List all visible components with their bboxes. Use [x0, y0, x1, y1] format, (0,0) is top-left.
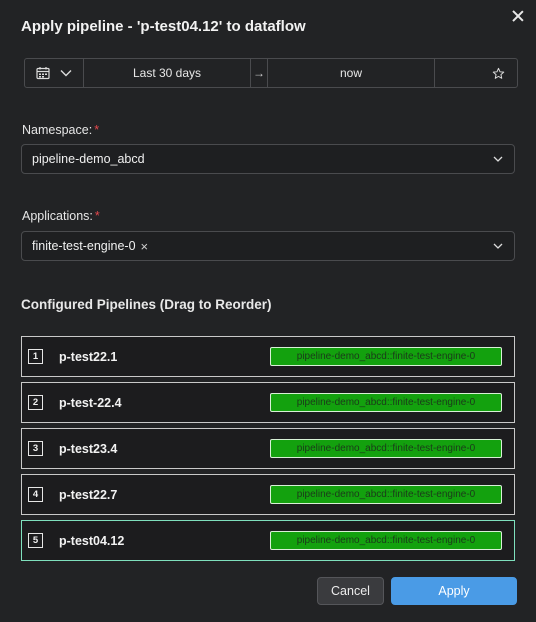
calendar-icon [36, 67, 50, 80]
cancel-button[interactable]: Cancel [317, 577, 384, 605]
pipeline-name: p-test-22.4 [59, 395, 122, 410]
required-mark: * [94, 123, 100, 137]
arrow-right-icon: → [251, 59, 268, 87]
applications-label: Applications: * [22, 209, 100, 223]
namespace-value: pipeline-demo_abcd [32, 152, 145, 166]
selected-application-tag: finite-test-engine-0 × [32, 239, 148, 254]
configured-pipelines-heading: Configured Pipelines (Drag to Reorder) [21, 297, 272, 312]
calendar-dropdown-button[interactable] [25, 59, 84, 87]
chevron-down-icon [493, 243, 503, 249]
selected-application-label: finite-test-engine-0 [32, 239, 136, 253]
pipeline-row[interactable]: 3 p-test23.4 pipeline-demo_abcd::finite-… [21, 428, 515, 469]
pipeline-target-badge: pipeline-demo_abcd::finite-test-engine-0 [270, 439, 502, 458]
pipeline-row[interactable]: 1 p-test22.1 pipeline-demo_abcd::finite-… [21, 336, 515, 377]
dialog-title: Apply pipeline - 'p-test04.12' to datafl… [21, 18, 306, 35]
chevron-down-icon [60, 70, 72, 77]
row-number: 1 [28, 349, 43, 364]
time-range-to[interactable]: now [268, 59, 435, 87]
time-range-picker[interactable]: Last 30 days → now [24, 58, 518, 88]
favorite-button[interactable] [435, 59, 517, 87]
pipeline-row[interactable]: 4 p-test22.7 pipeline-demo_abcd::finite-… [21, 474, 515, 515]
pipeline-target-badge: pipeline-demo_abcd::finite-test-engine-0 [270, 485, 502, 504]
applications-select[interactable]: finite-test-engine-0 × [21, 231, 515, 261]
namespace-select[interactable]: pipeline-demo_abcd [21, 144, 515, 174]
row-number: 4 [28, 487, 43, 502]
pipeline-target-badge: pipeline-demo_abcd::finite-test-engine-0 [270, 393, 502, 412]
apply-button[interactable]: Apply [391, 577, 517, 605]
pipeline-target-badge: pipeline-demo_abcd::finite-test-engine-0 [270, 347, 502, 366]
star-icon [492, 67, 505, 79]
apply-pipeline-dialog: Apply pipeline - 'p-test04.12' to datafl… [0, 0, 536, 622]
time-range-from[interactable]: Last 30 days [84, 59, 251, 87]
applications-label-text: Applications: [22, 209, 93, 223]
namespace-label: Namespace: * [22, 123, 99, 137]
pipeline-row[interactable]: 2 p-test-22.4 pipeline-demo_abcd::finite… [21, 382, 515, 423]
row-number: 2 [28, 395, 43, 410]
row-number: 3 [28, 441, 43, 456]
row-number: 5 [28, 533, 43, 548]
pipeline-name: p-test22.7 [59, 487, 118, 502]
pipeline-name: p-test22.1 [59, 349, 118, 364]
close-icon[interactable] [510, 8, 526, 24]
remove-tag-icon[interactable]: × [141, 239, 149, 254]
pipeline-name: p-test23.4 [59, 441, 118, 456]
pipeline-name: p-test04.12 [59, 533, 125, 548]
pipeline-target-badge: pipeline-demo_abcd::finite-test-engine-0 [270, 531, 502, 550]
pipeline-row-current[interactable]: 5 p-test04.12 pipeline-demo_abcd::finite… [21, 520, 515, 561]
required-mark: * [94, 209, 100, 223]
chevron-down-icon [493, 156, 503, 162]
namespace-label-text: Namespace: [22, 123, 93, 137]
